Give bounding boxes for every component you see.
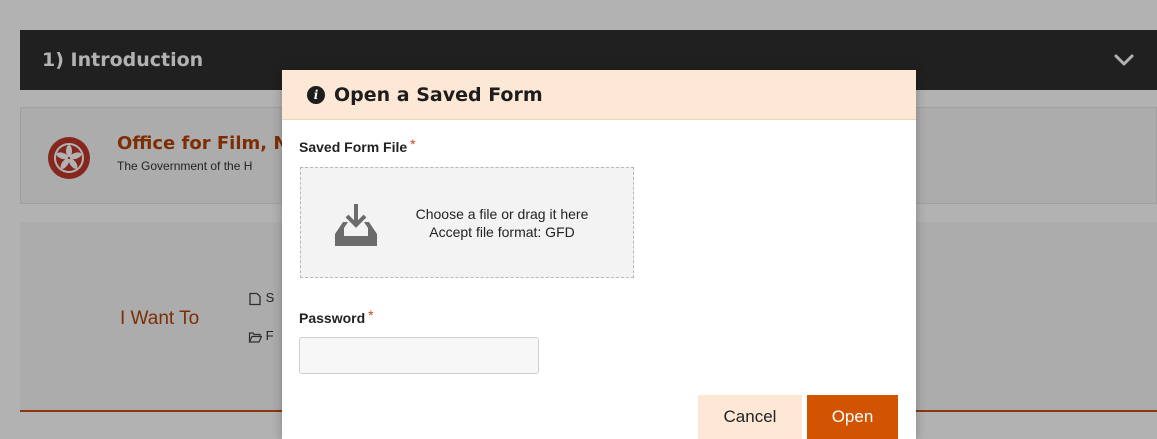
dialog-header: i Open a Saved Form: [282, 70, 916, 120]
required-asterisk: *: [368, 307, 374, 323]
info-icon: i: [307, 85, 325, 104]
dropzone-text: Choose a file or drag it here Accept fil…: [397, 205, 607, 241]
saved-form-file-label: Saved Form File *: [299, 136, 416, 155]
open-saved-form-dialog: i Open a Saved Form Saved Form File * Cho…: [282, 70, 916, 439]
password-input[interactable]: [299, 337, 539, 374]
saved-form-file-label-text: Saved Form File: [299, 139, 408, 155]
password-label-text: Password: [299, 310, 366, 326]
dropzone-instruction: Choose a file or drag it here: [415, 206, 589, 222]
dropzone-accept-format: Accept file format: GFD: [429, 224, 575, 240]
cancel-button[interactable]: Cancel: [698, 395, 802, 439]
required-asterisk: *: [410, 136, 416, 152]
dialog-title: Open a Saved Form: [334, 83, 543, 106]
file-dropzone[interactable]: Choose a file or drag it here Accept fil…: [300, 167, 634, 278]
open-button[interactable]: Open: [807, 395, 898, 439]
download-tray-icon: [335, 204, 377, 246]
password-label: Password *: [299, 307, 374, 326]
